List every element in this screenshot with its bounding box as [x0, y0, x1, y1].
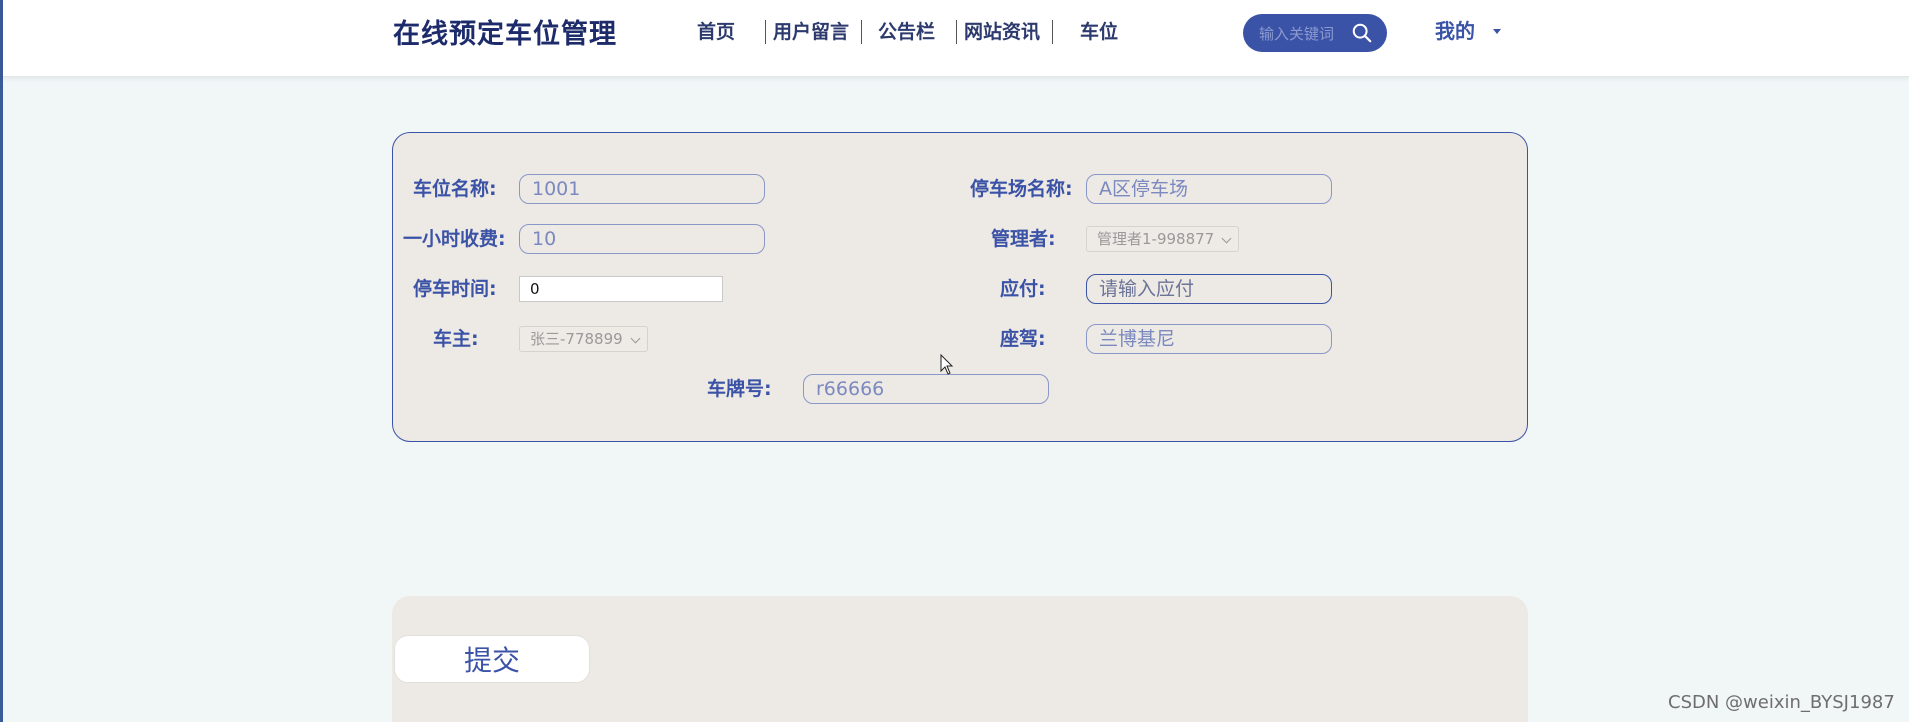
mouse-cursor-icon — [940, 354, 954, 375]
search-icon[interactable] — [1351, 22, 1373, 44]
nav-parking-spaces[interactable]: 车位 — [1080, 17, 1118, 47]
hourly-fee-field[interactable]: 10 — [519, 224, 765, 254]
plate-label: 车牌号: — [707, 378, 772, 400]
hourly-fee-label: 一小时收费: — [403, 228, 506, 250]
car-model-field[interactable]: 兰博基尼 — [1086, 324, 1332, 354]
payable-field[interactable]: 请输入应付 — [1086, 274, 1332, 304]
submit-button[interactable]: 提交 — [394, 635, 590, 683]
window-edge — [0, 0, 3, 722]
site-brand[interactable]: 在线预定车位管理 — [393, 12, 617, 51]
parking-time-input[interactable] — [519, 276, 723, 302]
space-name-label: 车位名称: — [413, 178, 497, 200]
nav-divider — [956, 20, 957, 44]
chevron-down-icon — [630, 333, 641, 344]
nav-divider — [765, 20, 766, 44]
nav-news[interactable]: 网站资讯 — [964, 17, 1040, 47]
nav-messages[interactable]: 用户留言 — [773, 17, 849, 47]
nav-home[interactable]: 首页 — [697, 17, 735, 47]
chevron-down-icon — [1221, 233, 1232, 244]
search-input[interactable] — [1257, 22, 1353, 46]
manager-select[interactable]: 管理者1-998877 — [1086, 226, 1240, 252]
owner-select-value: 张三-778899 — [530, 330, 623, 348]
nav-divider — [861, 20, 862, 44]
watermark: CSDN @weixin_BYSJ1987 — [1668, 692, 1895, 713]
space-name-field[interactable]: 1001 — [519, 174, 765, 204]
search-box — [1243, 14, 1387, 52]
payable-label: 应付: — [1000, 278, 1046, 300]
nav-divider — [1052, 20, 1053, 44]
user-menu[interactable]: 我的 — [1435, 16, 1475, 46]
owner-label: 车主: — [433, 328, 479, 350]
caret-down-icon[interactable] — [1493, 29, 1501, 34]
owner-select[interactable]: 张三-778899 — [519, 326, 648, 352]
car-model-label: 座驾: — [1000, 328, 1046, 350]
manager-label: 管理者: — [991, 228, 1056, 250]
lot-name-field[interactable]: A区停车场 — [1086, 174, 1332, 204]
manager-select-value: 管理者1-998877 — [1097, 230, 1215, 248]
submit-panel: 提交 — [392, 596, 1528, 722]
lot-name-label: 停车场名称: — [970, 178, 1073, 200]
plate-field[interactable]: r66666 — [803, 374, 1049, 404]
top-header: 在线预定车位管理 首页 用户留言 公告栏 网站资讯 车位 我的 — [3, 0, 1909, 77]
parking-time-label: 停车时间: — [413, 278, 497, 300]
parking-form: 车位名称: 1001 停车场名称: A区停车场 一小时收费: 10 管理者: 管… — [392, 132, 1528, 442]
nav-notices[interactable]: 公告栏 — [878, 17, 935, 47]
